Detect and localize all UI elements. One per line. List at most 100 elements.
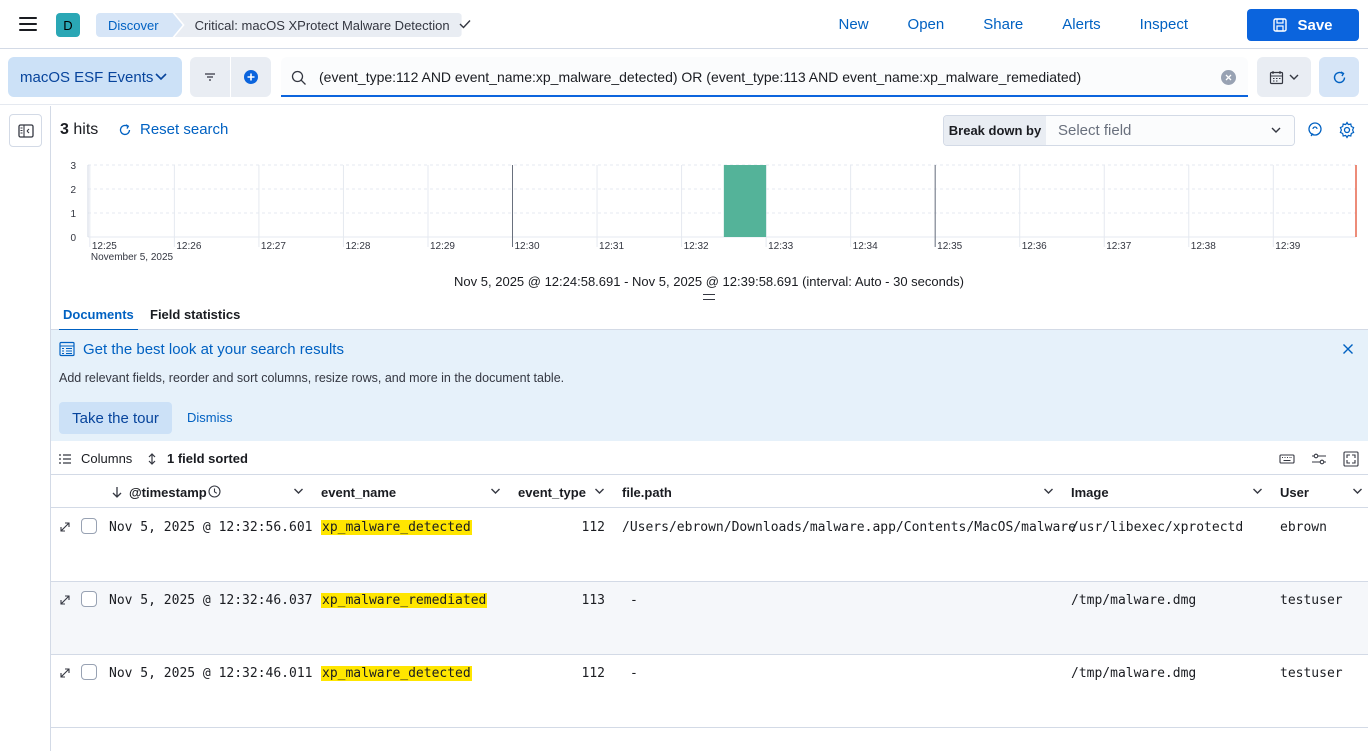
chevron-down-icon[interactable] — [490, 487, 501, 496]
cell-image: /tmp/malware.dmg — [1071, 593, 1197, 608]
histogram-chart[interactable]: 0 1 2 3 12:25 12:26 12:27 12:28 12:29 12:30 12:31 1… — [60, 155, 1360, 265]
break-down-select[interactable]: Select field — [1046, 116, 1294, 145]
column-header-event-type[interactable]: event_type — [518, 485, 586, 500]
data-view-picker[interactable]: macOS ESF Events — [8, 57, 182, 97]
query-text: (event_type:112 AND event_name:xp_malwar… — [319, 69, 1082, 85]
columns-button[interactable]: Columns — [59, 451, 132, 466]
sidebar-toggle-icon — [17, 123, 34, 138]
histogram-bar — [723, 165, 767, 237]
table-row[interactable]: Nov 5, 2025 @ 12:32:56.601 xp_malware_de… — [51, 509, 1368, 582]
cell-user: testuser — [1280, 593, 1343, 608]
top-header: D Discover Critical: macOS XProtect Malw… — [0, 0, 1368, 49]
x-tick-label: 12:36 — [1022, 241, 1047, 252]
table-row[interactable]: Nov 5, 2025 @ 12:32:46.011 xp_malware_de… — [51, 655, 1368, 728]
share-link[interactable]: Share — [983, 16, 1023, 33]
y-tick-label: 1 — [70, 209, 76, 220]
menu-icon[interactable] — [19, 17, 37, 31]
add-filter-button[interactable] — [231, 57, 271, 97]
y-tick-label: 2 — [70, 185, 76, 196]
new-link[interactable]: New — [839, 16, 869, 33]
cell-user: testuser — [1280, 666, 1343, 681]
column-header-user[interactable]: User — [1280, 485, 1309, 500]
data-view-label: macOS ESF Events — [20, 68, 154, 86]
column-header-event-name[interactable]: event_name — [321, 485, 396, 500]
sort-icon — [148, 452, 156, 465]
grid-toolbar: Columns 1 field sorted — [51, 441, 1368, 475]
x-tick-label: 12:29 — [430, 241, 455, 252]
filter-icon — [205, 73, 215, 81]
query-bar: macOS ESF Events (event_type:112 AND eve… — [0, 49, 1368, 105]
query-input[interactable]: (event_type:112 AND event_name:xp_malwar… — [281, 57, 1248, 97]
row-checkbox[interactable] — [81, 591, 97, 607]
chevron-down-icon[interactable] — [293, 487, 304, 496]
chevron-down-icon[interactable] — [1352, 487, 1363, 496]
toggle-sidebar-button[interactable] — [9, 114, 42, 147]
refresh-icon — [119, 123, 131, 135]
x-tick-label: 12:26 — [176, 241, 201, 252]
grid-header: @timestamp event_name event_type file.pa… — [51, 475, 1368, 508]
inspect-link[interactable]: Inspect — [1140, 16, 1188, 33]
table-row[interactable]: Nov 5, 2025 @ 12:32:46.037 xp_malware_re… — [51, 582, 1368, 655]
row-checkbox[interactable] — [81, 664, 97, 680]
space-avatar[interactable]: D — [56, 13, 80, 37]
open-link[interactable]: Open — [908, 16, 945, 33]
expand-icon[interactable] — [59, 667, 71, 679]
tab-documents[interactable]: Documents — [59, 307, 138, 331]
table-icon — [59, 341, 75, 357]
take-tour-button[interactable]: Take the tour — [59, 402, 172, 434]
row-checkbox[interactable] — [81, 518, 97, 534]
break-down-label: Break down by — [944, 116, 1046, 145]
cell-timestamp: Nov 5, 2025 @ 12:32:56.601 — [109, 520, 313, 535]
chart-interval-text: Nov 5, 2025 @ 12:24:58.691 - Nov 5, 2025… — [454, 274, 964, 289]
save-button[interactable]: Save — [1247, 9, 1359, 41]
chevron-down-icon[interactable] — [1252, 487, 1263, 496]
cell-file-path: - — [630, 593, 638, 608]
cell-image: /usr/libexec/xprotectd — [1071, 520, 1244, 535]
chevron-down-icon[interactable] — [594, 487, 605, 496]
refresh-icon — [1333, 70, 1345, 83]
clock-icon — [208, 485, 221, 498]
callout-body: Add relevant fields, reorder and sort co… — [59, 371, 565, 385]
x-tick-label: 12:33 — [768, 241, 793, 252]
search-icon — [291, 70, 306, 85]
sorted-label: 1 field sorted — [167, 451, 248, 466]
ai-assistant-icon[interactable] — [1306, 121, 1324, 139]
breadcrumb-current: Critical: macOS XProtect Malware Detecti… — [174, 13, 462, 37]
chevron-down-icon — [1289, 74, 1298, 80]
filter-menu-button[interactable] — [190, 57, 230, 97]
expand-icon[interactable] — [59, 594, 71, 606]
refresh-button[interactable] — [1319, 57, 1359, 97]
expand-icon[interactable] — [59, 521, 71, 533]
column-header-file-path[interactable]: file.path — [622, 485, 672, 500]
x-tick-label: 12:25 — [92, 241, 117, 252]
callout-title: Get the best look at your search results — [83, 341, 344, 358]
reset-search-button[interactable]: Reset search — [118, 121, 228, 138]
cell-file-path: - — [630, 666, 638, 681]
breadcrumb: Discover Critical: macOS XProtect Malwar… — [96, 13, 462, 37]
clear-query-icon[interactable] — [1221, 70, 1236, 85]
cell-event-type: 113 — [581, 593, 605, 608]
cell-event-type: 112 — [581, 520, 605, 535]
display-settings-icon[interactable] — [1311, 451, 1327, 467]
column-header-timestamp[interactable]: @timestamp — [129, 485, 207, 500]
breadcrumb-discover[interactable]: Discover — [96, 13, 183, 37]
close-icon[interactable] — [1342, 343, 1354, 355]
sort-fields-button[interactable]: 1 field sorted — [147, 451, 248, 466]
tab-field-statistics[interactable]: Field statistics — [150, 307, 240, 322]
fullscreen-icon[interactable] — [1343, 451, 1359, 467]
keyboard-icon[interactable] — [1279, 451, 1295, 467]
gear-icon[interactable] — [1338, 121, 1356, 139]
cell-event-name: xp_malware_remediated — [321, 593, 488, 608]
dismiss-button[interactable]: Dismiss — [187, 410, 233, 425]
x-tick-label: 12:27 — [261, 241, 286, 252]
x-tick-label: 12:31 — [599, 241, 624, 252]
date-picker-button[interactable] — [1257, 57, 1311, 97]
chevron-down-icon[interactable] — [1043, 487, 1054, 496]
cell-image: /tmp/malware.dmg — [1071, 666, 1197, 681]
check-icon[interactable] — [458, 17, 472, 31]
save-icon — [1273, 18, 1288, 32]
view-tabs: Documents Field statistics — [51, 300, 1368, 331]
save-label: Save — [1297, 16, 1333, 34]
column-header-image[interactable]: Image — [1071, 485, 1109, 500]
alerts-link[interactable]: Alerts — [1062, 16, 1100, 33]
